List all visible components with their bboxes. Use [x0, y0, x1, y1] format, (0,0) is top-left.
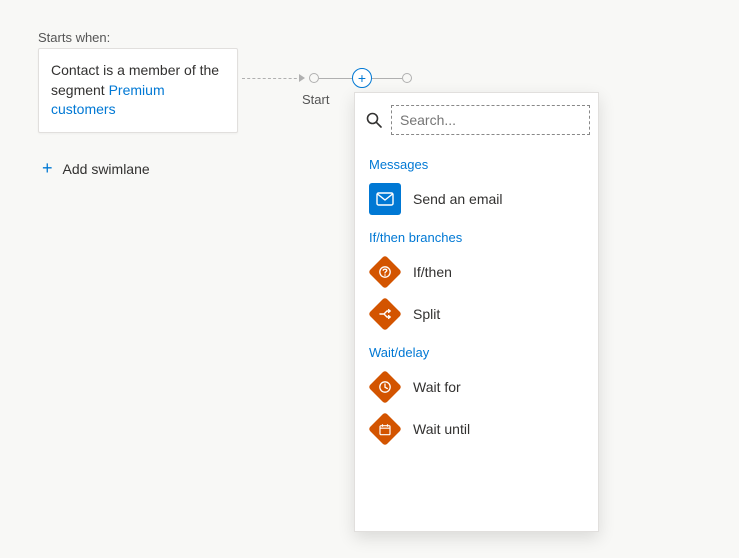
search-row [355, 103, 598, 143]
starts-when-label: Starts when: [38, 30, 110, 45]
action-wait-for[interactable]: Wait for [367, 366, 586, 408]
action-label: Wait until [413, 421, 470, 437]
section-wait-label: Wait/delay [369, 345, 586, 360]
connector-arrowhead-icon [299, 74, 305, 82]
plus-icon: + [358, 71, 366, 85]
clock-icon [369, 371, 401, 403]
calendar-icon [369, 413, 401, 445]
connector-dashed-line [242, 78, 302, 79]
start-node[interactable] [309, 73, 319, 83]
search-icon [365, 111, 383, 129]
connector-line [372, 78, 402, 79]
question-icon [369, 256, 401, 288]
end-node[interactable] [402, 73, 412, 83]
split-icon [369, 298, 401, 330]
connector-line [319, 78, 352, 79]
add-swimlane-button[interactable]: + Add swimlane [42, 158, 150, 179]
action-label: Split [413, 306, 440, 322]
add-step-popup: Messages Send an email If/then branches … [354, 92, 599, 532]
flow-connector: + [242, 74, 412, 94]
section-messages-label: Messages [369, 157, 586, 172]
action-send-email[interactable]: Send an email [367, 178, 586, 220]
start-node-label: Start [302, 92, 329, 107]
section-branches-label: If/then branches [369, 230, 586, 245]
action-split[interactable]: Split [367, 293, 586, 335]
plus-icon: + [42, 158, 53, 179]
add-swimlane-label: Add swimlane [63, 161, 150, 177]
add-step-node[interactable]: + [352, 68, 372, 88]
action-label: Wait for [413, 379, 461, 395]
action-wait-until[interactable]: Wait until [367, 408, 586, 450]
mail-icon [369, 183, 401, 215]
action-label: If/then [413, 264, 452, 280]
popup-body[interactable]: Messages Send an email If/then branches … [355, 143, 598, 523]
action-label: Send an email [413, 191, 503, 207]
search-input[interactable] [391, 105, 590, 135]
start-trigger-card[interactable]: Contact is a member of the segment Premi… [38, 48, 238, 133]
action-if-then[interactable]: If/then [367, 251, 586, 293]
